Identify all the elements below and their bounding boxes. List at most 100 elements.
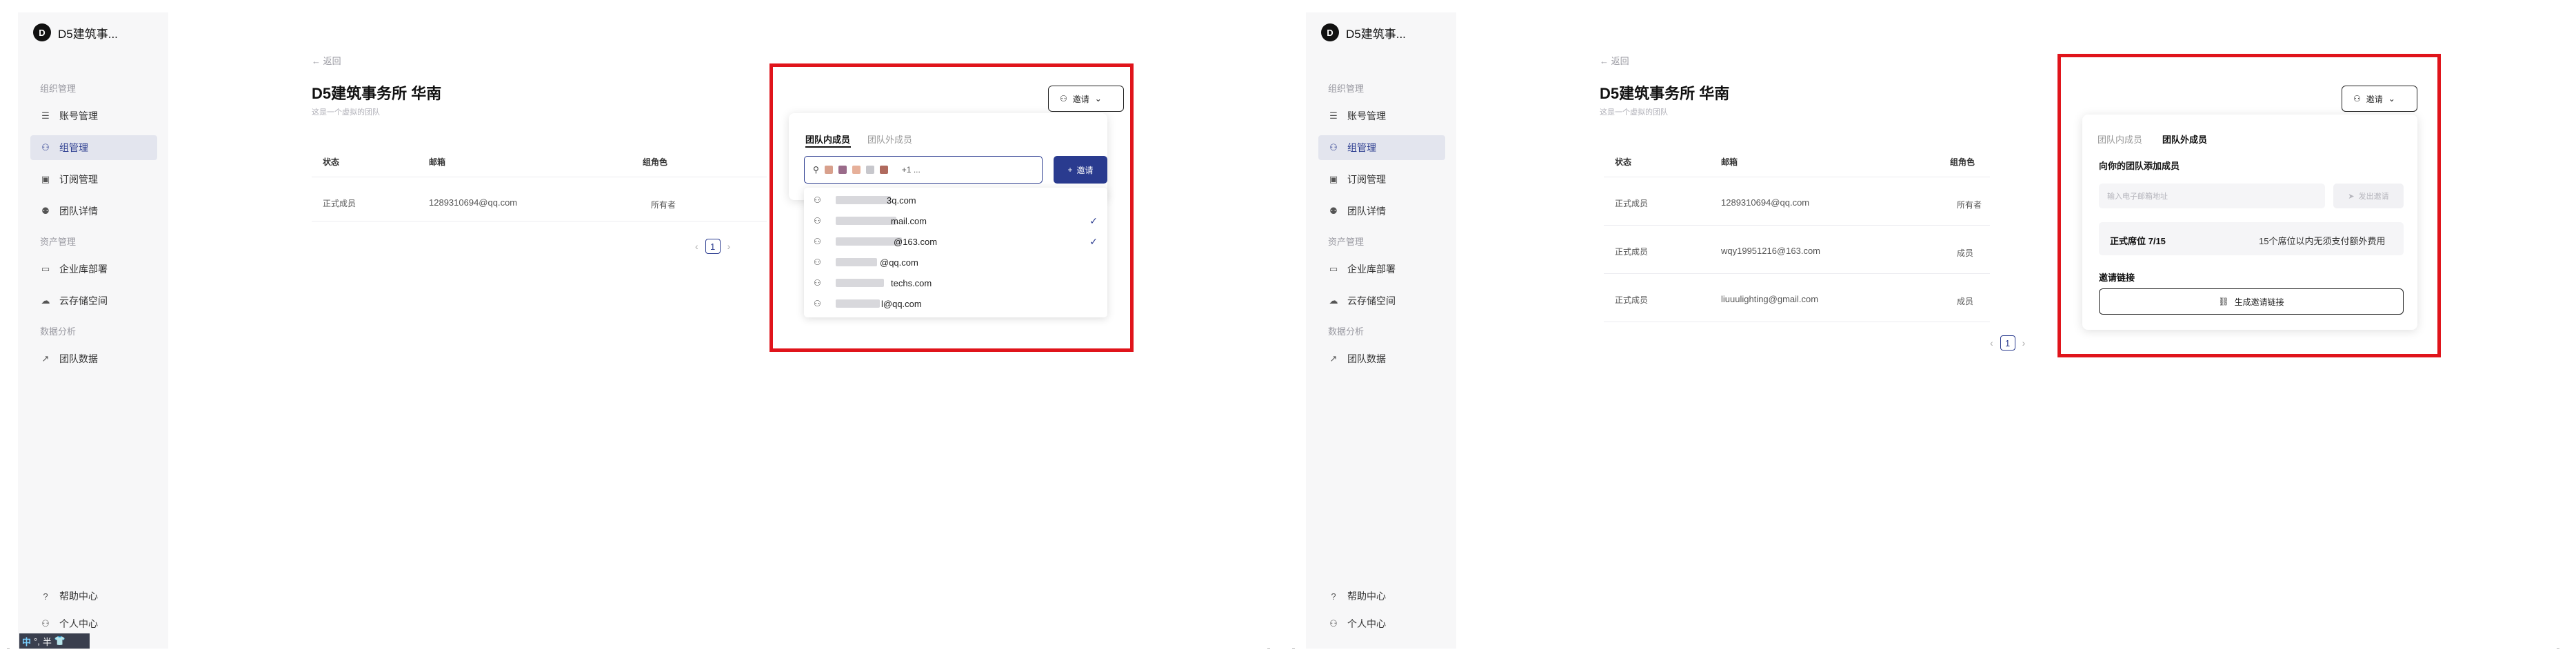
sidebar-help-label: 帮助中心 <box>1347 591 1386 602</box>
pager-prev-icon[interactable]: ‹ <box>695 241 698 252</box>
brand[interactable]: D D5建筑事... <box>33 23 118 41</box>
sidebar-item-team[interactable]: ⚉ 团队详情 <box>30 199 157 224</box>
pagination: ‹ 1 › <box>695 239 730 254</box>
user-icon: ⚇ <box>41 618 50 629</box>
section-analytics: 数据分析 <box>1328 326 1365 337</box>
row-email: 1289310694@qq.com <box>1721 197 1810 208</box>
row-status: 正式成员 <box>1615 247 1649 257</box>
brand-logo-icon: D <box>33 23 51 41</box>
section-assets: 资产管理 <box>40 237 77 247</box>
pager-current[interactable]: 1 <box>705 239 721 254</box>
row-role[interactable]: 所有者 <box>1957 199 1982 210</box>
sidebar-item-groups[interactable]: ⚇ 组管理 <box>30 135 157 160</box>
row-status: 正式成员 <box>1615 295 1649 305</box>
left-screenshot: D D5建筑事... 组织管理 ☰ 账号管理 ⚇ 组管理 ▣ 订阅管理 ⚉ 团队详情 资… <box>0 0 1288 661</box>
row-divider <box>1604 225 1990 226</box>
highlight-box <box>2057 54 2441 357</box>
column-status: 状态 <box>323 157 340 167</box>
brand-logo-icon: D <box>1321 23 1339 41</box>
ime-width: 半 <box>42 636 52 647</box>
sidebar-item-groups[interactable]: ⚇ 组管理 <box>1318 135 1445 160</box>
back-link[interactable]: ← 返回 <box>1600 54 1629 67</box>
users-icon: ⚇ <box>1329 142 1338 152</box>
sidebar-item-cloud[interactable]: ☁ 云存储空间 <box>30 288 157 313</box>
sidebar-item-accounts[interactable]: ☰ 账号管理 <box>1318 103 1445 128</box>
corner-tick <box>1292 648 1295 649</box>
trend-icon: ↗ <box>41 353 50 364</box>
brand[interactable]: D D5建筑事... <box>1321 23 1406 41</box>
pager-current[interactable]: 1 <box>2000 335 2015 351</box>
sidebar-item-subscription[interactable]: ▣ 订阅管理 <box>1318 167 1445 192</box>
card-icon: ▣ <box>41 174 50 184</box>
sidebar-help[interactable]: ? 帮助中心 <box>30 584 157 609</box>
shirt-icon: 👕 <box>54 635 66 646</box>
sidebar-profile-label: 个人中心 <box>1347 618 1386 629</box>
right-screenshot: D D5建筑事... 组织管理 ☰ 账号管理 ⚇ 组管理 ▣ 订阅管理 ⚉ 团队详情 资… <box>1288 0 2576 661</box>
row-role[interactable]: 成员 <box>1957 295 1973 307</box>
sidebar-item-label: 企业库部署 <box>1347 264 1396 275</box>
sidebar-item-label: 组管理 <box>1347 142 1376 153</box>
row-email: liuuulighting@gmail.com <box>1721 294 1819 304</box>
page-subtitle: 这是一个虚拟的团队 <box>312 108 380 117</box>
trend-icon: ↗ <box>1329 353 1338 364</box>
back-link[interactable]: ← 返回 <box>312 54 341 67</box>
row-divider <box>1604 273 1990 274</box>
page-title: D5建筑事务所 华南 <box>1600 85 1730 102</box>
sidebar-item-data[interactable]: ↗ 团队数据 <box>1318 346 1445 371</box>
row-role[interactable]: 成员 <box>1957 247 1973 259</box>
row-role[interactable]: 所有者 <box>651 199 676 210</box>
corner-tick <box>7 648 10 649</box>
sidebar-item-team[interactable]: ⚉ 团队详情 <box>1318 199 1445 224</box>
sidebar-item-label: 账号管理 <box>1347 110 1386 121</box>
column-status: 状态 <box>1615 157 1632 167</box>
ime-status-bar[interactable]: 中 °, 半 👕 <box>19 633 90 649</box>
sidebar-item-label: 云存储空间 <box>59 295 108 306</box>
column-email: 邮箱 <box>1721 157 1738 167</box>
column-role: 组角色 <box>643 157 668 167</box>
sidebar-profile-label: 个人中心 <box>59 618 98 629</box>
sidebar-item-label: 团队详情 <box>1347 206 1386 217</box>
cloud-icon: ☁ <box>41 295 50 306</box>
section-analytics: 数据分析 <box>40 326 77 337</box>
sidebar-profile[interactable]: ⚇ 个人中心 <box>1318 611 1445 636</box>
sidebar-item-label: 企业库部署 <box>59 264 108 275</box>
sidebar-item-subscription[interactable]: ▣ 订阅管理 <box>30 167 157 192</box>
sidebar-item-label: 订阅管理 <box>59 174 98 185</box>
sidebar-item-label: 云存储空间 <box>1347 295 1396 306</box>
sidebar-help-label: 帮助中心 <box>59 591 98 602</box>
folder-icon: ▭ <box>1329 264 1338 274</box>
folder-icon: ▭ <box>41 264 50 274</box>
row-status: 正式成员 <box>323 199 356 208</box>
section-org: 组织管理 <box>1328 83 1365 94</box>
sidebar-item-label: 组管理 <box>59 142 88 153</box>
sidebar-item-label: 订阅管理 <box>1347 174 1386 185</box>
sidebar-item-label: 团队数据 <box>1347 353 1386 364</box>
pager-next-icon[interactable]: › <box>2022 337 2026 348</box>
row-email: 1289310694@qq.com <box>429 197 518 208</box>
list-icon: ☰ <box>41 110 50 121</box>
row-email: wqy19951216@163.com <box>1721 246 1821 256</box>
sidebar-item-cloud[interactable]: ☁ 云存储空间 <box>1318 288 1445 313</box>
pager-prev-icon[interactable]: ‹ <box>1990 337 1993 348</box>
column-role: 组角色 <box>1950 157 1975 167</box>
page-title: D5建筑事务所 华南 <box>312 85 442 102</box>
pager-next-icon[interactable]: › <box>727 241 731 252</box>
list-icon: ☰ <box>1329 110 1338 121</box>
column-email: 邮箱 <box>429 157 446 167</box>
sidebar-item-label: 团队数据 <box>59 353 98 364</box>
sidebar-item-accounts[interactable]: ☰ 账号管理 <box>30 103 157 128</box>
ime-mode: 中 <box>22 636 32 647</box>
page-subtitle: 这是一个虚拟的团队 <box>1600 108 1668 117</box>
ime-punct: °, <box>34 635 40 647</box>
sidebar-item-library[interactable]: ▭ 企业库部署 <box>1318 257 1445 282</box>
sidebar-profile[interactable]: ⚇ 个人中心 <box>30 611 157 636</box>
sidebar-item-label: 团队详情 <box>59 206 98 217</box>
team-icon: ⚉ <box>41 206 50 216</box>
pagination: ‹ 1 › <box>1990 335 2025 351</box>
corner-tick <box>2557 648 2559 649</box>
sidebar-help[interactable]: ? 帮助中心 <box>1318 584 1445 609</box>
sidebar-item-library[interactable]: ▭ 企业库部署 <box>30 257 157 282</box>
sidebar-item-data[interactable]: ↗ 团队数据 <box>30 346 157 371</box>
brand-name: D5建筑事... <box>58 27 118 41</box>
sidebar-item-label: 账号管理 <box>59 110 98 121</box>
